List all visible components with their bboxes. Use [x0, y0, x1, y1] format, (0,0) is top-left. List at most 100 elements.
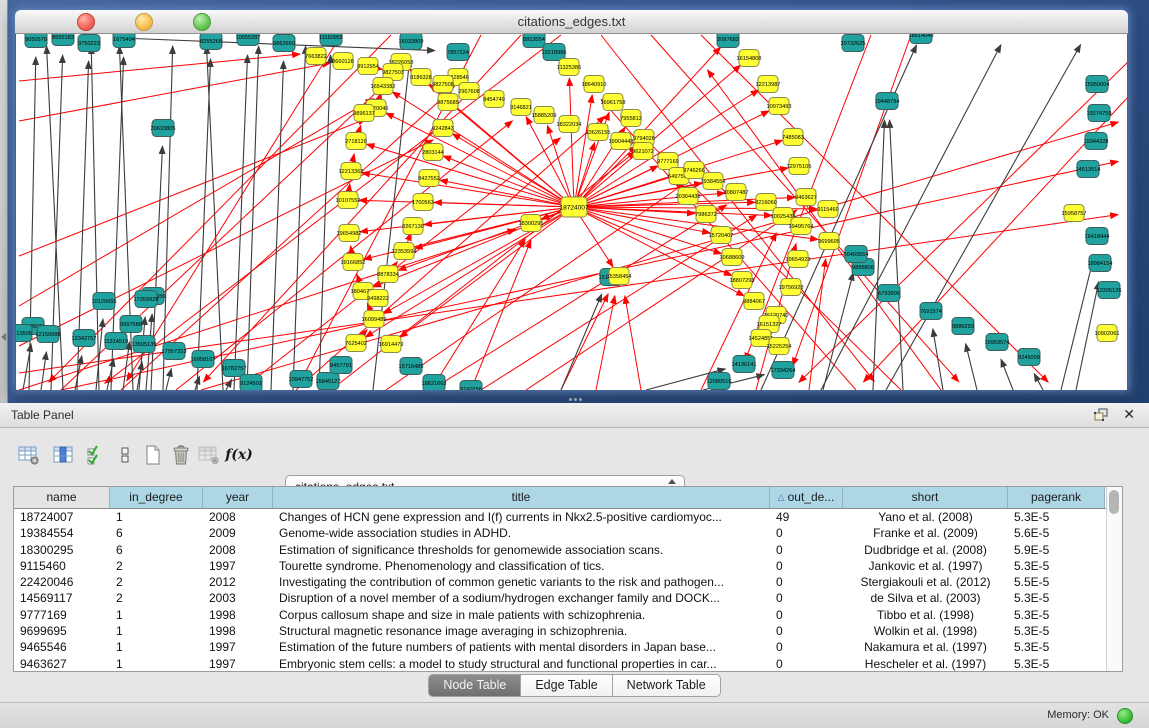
column-header-short[interactable]: short	[843, 487, 1008, 508]
graph-node[interactable]: 18322034	[557, 116, 582, 133]
table-row[interactable]: 946362711997Embryonic stem cells: a mode…	[14, 656, 1107, 672]
delete-trash-button[interactable]	[168, 441, 194, 469]
red-edge[interactable]	[19, 229, 516, 390]
red-edge[interactable]	[561, 294, 608, 390]
graph-node[interactable]: 15716485	[399, 358, 424, 375]
graph-node[interactable]: 2967608	[458, 83, 480, 100]
black-edge[interactable]	[1001, 359, 1013, 390]
graph-node[interactable]: 1675404	[113, 34, 135, 48]
graph-node[interactable]: 2087682	[717, 34, 739, 48]
graph-node[interactable]: 9750223	[78, 35, 100, 52]
graph-node[interactable]: 10055287	[236, 34, 261, 46]
graph-node[interactable]: 9777169	[657, 153, 679, 170]
graph-node[interactable]: 16099489	[362, 311, 387, 328]
black-edge[interactable]	[873, 120, 885, 390]
graph-node[interactable]: 10688609	[720, 249, 745, 266]
function-builder-button[interactable]: f(x)	[226, 441, 252, 469]
delete-table-button-disabled[interactable]	[196, 441, 222, 469]
select-columns-button[interactable]	[50, 441, 76, 469]
table-row[interactable]: 1830029562008Estimation of significance …	[14, 542, 1107, 558]
graph-node[interactable]: 11325386	[557, 59, 581, 76]
graph-node[interactable]: 2803144	[422, 144, 444, 161]
graph-node[interactable]: 12975105	[787, 158, 812, 175]
black-edge[interactable]	[1061, 255, 1094, 390]
graph-node[interactable]: 9457791	[330, 357, 352, 374]
graph-node[interactable]: 18614040	[909, 34, 934, 44]
graph-node[interactable]: 14513514	[1076, 161, 1101, 178]
column-header-title[interactable]: title	[273, 487, 770, 508]
graph-node[interactable]: 9997588	[120, 316, 142, 333]
red-edge[interactable]	[547, 125, 574, 207]
graph-node[interactable]: 18621663	[422, 375, 447, 391]
close-panel-icon[interactable]: ✕	[1123, 406, 1135, 423]
graph-node[interactable]: 8813054	[523, 34, 545, 48]
graph-node[interactable]: 12213363	[339, 163, 364, 180]
graph-node[interactable]: 20364436	[676, 188, 701, 205]
black-edge[interactable]	[166, 369, 171, 390]
table-settings-button[interactable]	[16, 441, 42, 469]
graph-node[interactable]: 19756928	[779, 279, 804, 296]
graph-node[interactable]: 9245009	[1018, 349, 1040, 366]
graph-node[interactable]: 10107552	[336, 192, 361, 209]
scrollbar-thumb[interactable]	[1109, 490, 1119, 514]
black-edge[interactable]	[207, 46, 223, 390]
table-row[interactable]: 969969511998Structural magnetic resonanc…	[14, 623, 1107, 639]
graph-node[interactable]: 1700563	[412, 194, 434, 211]
black-edge[interactable]	[966, 344, 977, 390]
black-edge[interactable]	[234, 55, 248, 390]
tab-network-table[interactable]: Network Table	[613, 674, 721, 697]
table-vertical-scrollbar[interactable]	[1106, 487, 1122, 671]
graph-node[interactable]: 16914479	[379, 336, 404, 353]
graph-node[interactable]: 8912954	[357, 58, 379, 75]
graph-node[interactable]: 10947752	[289, 371, 314, 388]
red-edge[interactable]	[367, 144, 574, 207]
graph-node[interactable]: 19274759	[1087, 105, 1112, 122]
black-edge[interactable]	[319, 55, 331, 390]
red-edge[interactable]	[127, 35, 341, 381]
table-row[interactable]: 977716911998Corpus callosum shape and si…	[14, 607, 1107, 623]
black-edge[interactable]	[96, 319, 103, 390]
graph-node[interactable]: 11160955	[319, 34, 343, 46]
red-edge[interactable]	[574, 207, 744, 296]
float-panel-icon[interactable]	[1093, 408, 1109, 422]
graph-node[interactable]: 12150688	[36, 326, 61, 343]
graph-node[interactable]: 17957253	[162, 343, 187, 360]
graph-node[interactable]: 8454749	[483, 91, 505, 108]
red-edge[interactable]	[471, 240, 531, 390]
graph-node[interactable]: 2718120	[345, 133, 367, 150]
row-height-button[interactable]	[112, 441, 138, 469]
select-all-checks-button[interactable]	[82, 441, 108, 469]
graph-node[interactable]: 19166852	[341, 254, 366, 271]
tab-edge-table[interactable]: Edge Table	[521, 674, 612, 697]
graph-node[interactable]: 8186328	[410, 69, 432, 86]
graph-node[interactable]: 7955812	[620, 110, 642, 127]
graph-node[interactable]: 15845127	[316, 373, 341, 390]
black-edge[interactable]	[163, 46, 173, 390]
graph-node[interactable]: 15885209	[532, 107, 557, 124]
graph-node[interactable]: 16409554	[844, 246, 869, 263]
graph-node[interactable]: 16961758	[601, 94, 626, 111]
graph-node[interactable]: 7691574	[920, 303, 942, 320]
graph-node[interactable]: 16782757	[222, 360, 247, 377]
graph-node[interactable]: 8878334	[377, 266, 399, 283]
graph-node[interactable]: 8216060	[755, 194, 777, 211]
red-edge[interactable]	[569, 78, 574, 207]
graph-node[interactable]: 19344328	[1084, 133, 1109, 150]
red-edge[interactable]	[443, 156, 574, 207]
graph-node[interactable]: 16418444	[1085, 228, 1110, 245]
red-edge[interactable]	[61, 161, 1118, 390]
graph-node[interactable]: 18807293	[730, 272, 755, 289]
black-edge[interactable]	[823, 273, 853, 390]
column-header-name[interactable]: name	[14, 487, 110, 508]
graph-node[interactable]: 19384554	[701, 173, 726, 190]
panel-collapse-arrow-icon[interactable]	[1, 333, 6, 341]
graph-node[interactable]: 12080516	[707, 373, 732, 390]
graph-node[interactable]: 18300295	[519, 215, 544, 232]
graph-node[interactable]: 8660128	[332, 53, 354, 70]
graph-node[interactable]: 9160756	[460, 381, 482, 391]
graph-node[interactable]: 3913505	[16, 325, 32, 342]
graph-hub-node[interactable]: 18724007	[560, 197, 589, 217]
black-edge[interactable]	[886, 45, 1081, 390]
graph-node[interactable]: 7857224	[447, 44, 469, 61]
graph-node[interactable]: 12342757	[72, 330, 97, 347]
